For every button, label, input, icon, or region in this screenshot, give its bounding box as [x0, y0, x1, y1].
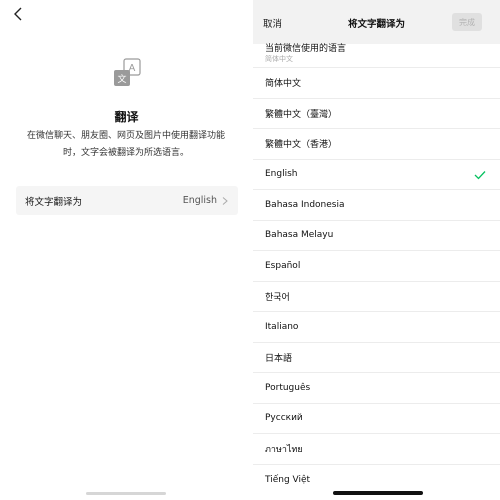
- language-item[interactable]: Bahasa Indonesia: [253, 190, 500, 221]
- language-item[interactable]: Español: [253, 251, 500, 282]
- language-item[interactable]: Italiano: [253, 312, 500, 343]
- back-chevron-icon[interactable]: [10, 6, 26, 22]
- language-item[interactable]: Português: [253, 373, 500, 404]
- language-item[interactable]: 日本語: [253, 343, 500, 373]
- done-button[interactable]: 完成: [452, 13, 482, 31]
- language-label: Español: [265, 260, 301, 271]
- translate-icon: A 文: [114, 58, 141, 86]
- language-item[interactable]: 简体中文: [253, 68, 500, 99]
- home-indicator: [333, 491, 423, 495]
- language-list: 当前微信使用的语言 简体中文 简体中文繁體中文（臺灣） 繁體中文（香港） Engli…: [253, 40, 500, 495]
- check-icon: [474, 170, 486, 179]
- language-item[interactable]: ภาษาไทย: [253, 434, 500, 465]
- language-label: English: [265, 169, 298, 180]
- current-language-value: 简体中文: [265, 55, 293, 63]
- language-picker-sheet: 取消 将文字翻译为 完成 当前微信使用的语言 简体中文 简体中文繁體中文（臺灣）…: [253, 0, 500, 500]
- target-row-label: 将文字翻译为: [25, 196, 83, 208]
- language-label: Tiếng Việt: [265, 474, 311, 485]
- language-label: Italiano: [265, 321, 299, 332]
- current-language-label: 当前微信使用的语言: [265, 44, 347, 54]
- language-label: Bahasa Indonesia: [265, 199, 345, 210]
- svg-text:文: 文: [117, 73, 126, 85]
- target-row-value: English: [182, 195, 217, 206]
- translate-target-row[interactable]: 将文字翻译为 English: [16, 186, 238, 215]
- language-item[interactable]: Русский: [253, 404, 500, 434]
- current-language-item[interactable]: 当前微信使用的语言 简体中文: [253, 40, 500, 68]
- page-title: 翻译: [114, 110, 139, 124]
- target-row-value-wrap: English: [183, 195, 229, 206]
- chevron-right-icon: [222, 196, 228, 205]
- language-label: Русский: [265, 413, 303, 424]
- language-label: 繁體中文（臺灣）: [265, 109, 338, 120]
- home-indicator: [86, 492, 166, 495]
- language-item[interactable]: 繁體中文（臺灣）: [253, 99, 500, 129]
- page-description: 在微信聊天、朋友圈、网页及图片中使用翻译功能时，文字会被翻译为所选语言。: [26, 131, 225, 158]
- language-item[interactable]: 한국어: [253, 282, 500, 312]
- language-label: 简体中文: [265, 79, 302, 90]
- language-item[interactable]: 繁體中文（香港）: [253, 129, 500, 160]
- language-label: 繁體中文（香港）: [265, 140, 338, 151]
- sheet-header: 取消 将文字翻译为 完成: [253, 0, 500, 44]
- language-item[interactable]: Bahasa Melayu: [253, 221, 500, 251]
- language-label: ภาษาไทย: [265, 444, 303, 455]
- language-label: 日本語: [265, 353, 293, 364]
- language-item[interactable]: English: [253, 160, 500, 190]
- language-label: 한국어: [265, 292, 290, 303]
- language-label: Português: [265, 382, 311, 393]
- translate-settings-page: A 文 翻译 在微信聊天、朋友圈、网页及图片中使用翻译功能时，文字会被翻译为所选…: [0, 0, 253, 500]
- language-label: Bahasa Melayu: [265, 230, 334, 241]
